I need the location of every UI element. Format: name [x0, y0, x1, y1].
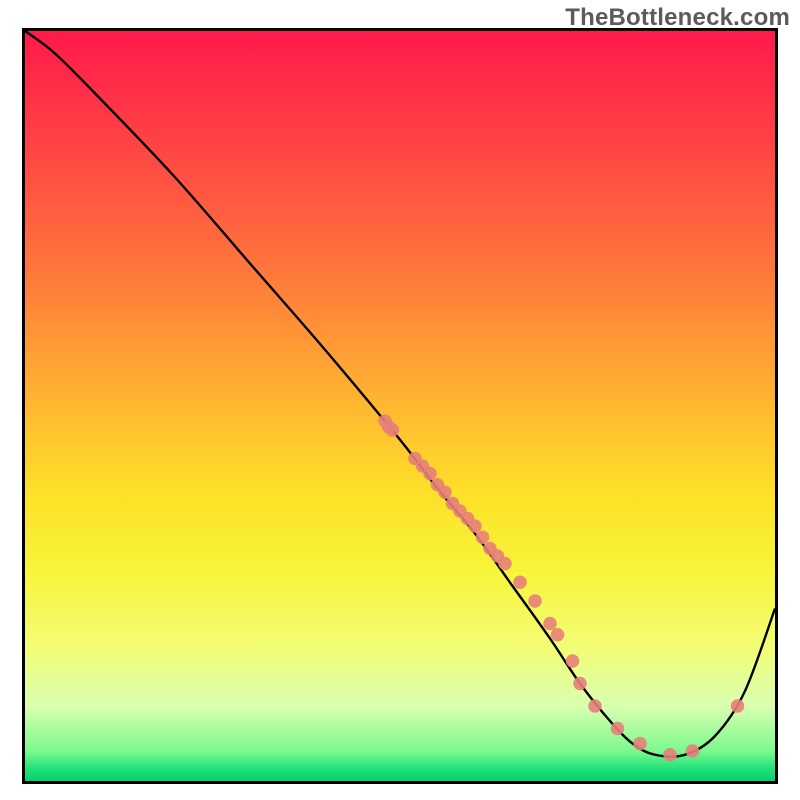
marker-dot	[528, 594, 542, 608]
marker-group	[378, 414, 744, 761]
plot-area	[22, 28, 778, 784]
marker-dot	[633, 737, 647, 751]
marker-dot	[588, 699, 602, 713]
marker-dot	[476, 531, 490, 545]
marker-dot	[468, 519, 482, 533]
marker-dot	[423, 467, 437, 481]
marker-dot	[611, 722, 625, 736]
marker-dot	[566, 654, 580, 668]
marker-dot	[686, 744, 700, 758]
chart-foreground	[25, 31, 775, 781]
marker-dot	[731, 699, 745, 713]
marker-dot	[573, 677, 587, 691]
marker-dot	[513, 576, 527, 590]
marker-dot	[438, 486, 452, 500]
marker-dot	[543, 617, 557, 631]
chart-stage: TheBottleneck.com	[0, 0, 800, 800]
curve-line	[25, 31, 775, 757]
watermark-text: TheBottleneck.com	[565, 4, 790, 32]
marker-dot	[551, 628, 565, 642]
marker-dot	[663, 748, 677, 762]
marker-dot	[386, 423, 400, 437]
marker-dot	[498, 557, 512, 571]
